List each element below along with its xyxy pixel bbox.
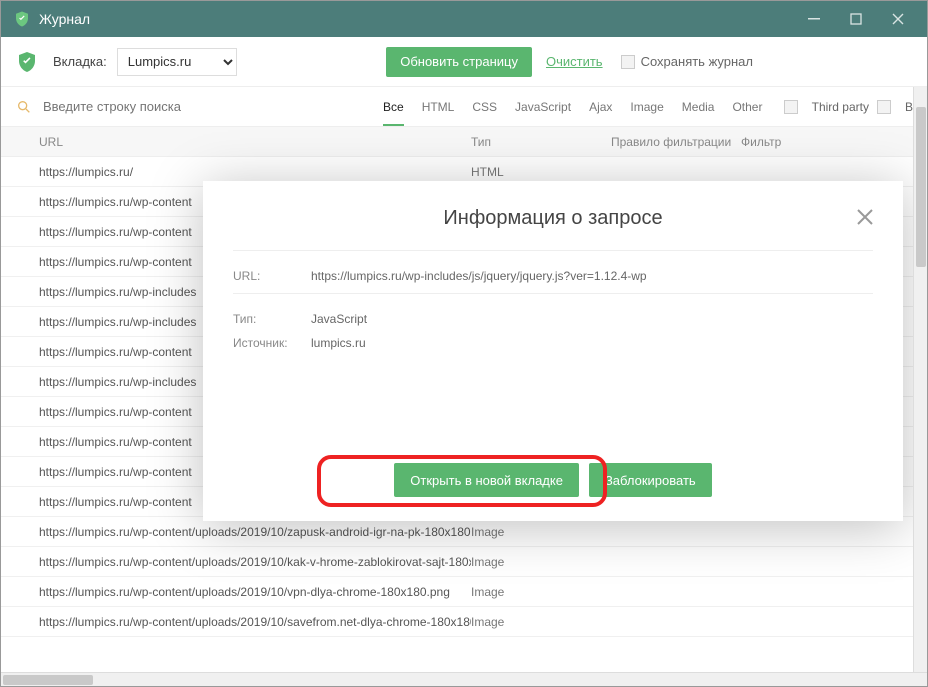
cell-type: Image <box>471 525 611 539</box>
filter-tab-ajax[interactable]: Ajax <box>589 100 612 114</box>
table-row[interactable]: https://lumpics.ru/wp-content/uploads/20… <box>1 517 927 547</box>
col-header-type: Тип <box>471 135 611 149</box>
close-button[interactable] <box>877 1 919 37</box>
modal-title: Информация о запросе <box>233 207 873 230</box>
filter-tab-all[interactable]: Все <box>383 100 404 126</box>
modal-type-value: JavaScript <box>311 312 367 326</box>
search-input[interactable] <box>43 93 343 121</box>
request-info-modal: Информация о запросе URL: https://lumpic… <box>203 181 903 521</box>
blocked-checkbox[interactable] <box>877 100 891 114</box>
col-header-rule: Правило фильтрации <box>611 135 741 149</box>
cell-type: HTML <box>471 165 611 179</box>
filter-tab-image[interactable]: Image <box>630 100 663 114</box>
col-header-filter: Фильтр <box>741 135 927 149</box>
app-window: Журнал Вкладка: Lumpics.ru Обновить стра… <box>0 0 928 687</box>
toolbar: Вкладка: Lumpics.ru Обновить страницу Оч… <box>1 37 927 87</box>
filter-tab-html[interactable]: HTML <box>422 100 455 114</box>
filter-bar: Все HTML CSS JavaScript Ajax Image Media… <box>1 87 927 127</box>
modal-source-value: lumpics.ru <box>311 336 366 350</box>
cell-url: https://lumpics.ru/wp-content/uploads/20… <box>1 585 471 599</box>
table-row[interactable]: https://lumpics.ru/wp-content/uploads/20… <box>1 547 927 577</box>
table-header: URL Тип Правило фильтрации Фильтр <box>1 127 927 157</box>
modal-source-label: Источник: <box>233 336 311 350</box>
type-filters: Все HTML CSS JavaScript Ajax Image Media… <box>383 100 762 114</box>
modal-close-button[interactable] <box>855 207 877 229</box>
cell-url: https://lumpics.ru/ <box>1 165 471 179</box>
block-button[interactable]: Заблокировать <box>589 463 712 497</box>
third-party-checkbox[interactable] <box>784 100 798 114</box>
vertical-scrollbar[interactable] <box>913 87 927 672</box>
modal-url-label: URL: <box>233 269 311 283</box>
search-icon <box>15 98 33 116</box>
shield-icon <box>15 50 39 74</box>
horizontal-scrollbar[interactable] <box>1 672 927 686</box>
cell-type: Image <box>471 585 611 599</box>
app-shield-icon <box>13 10 31 28</box>
cell-url: https://lumpics.ru/wp-content/uploads/20… <box>1 555 471 569</box>
clear-link[interactable]: Очистить <box>546 54 603 69</box>
cell-url: https://lumpics.ru/wp-content/uploads/20… <box>1 525 471 539</box>
modal-type-label: Тип: <box>233 312 311 326</box>
third-party-label: Third party <box>812 100 869 114</box>
tab-select[interactable]: Lumpics.ru <box>117 48 237 76</box>
filter-tab-media[interactable]: Media <box>682 100 715 114</box>
cell-type: Image <box>471 615 611 629</box>
cell-url: https://lumpics.ru/wp-content/uploads/20… <box>1 615 471 629</box>
filter-tab-css[interactable]: CSS <box>472 100 497 114</box>
cell-type: Image <box>471 555 611 569</box>
filter-tab-other[interactable]: Other <box>732 100 762 114</box>
tab-label: Вкладка: <box>53 54 107 69</box>
save-log-label: Сохранять журнал <box>641 54 753 69</box>
window-title: Журнал <box>39 11 90 27</box>
modal-url-value: https://lumpics.ru/wp-includes/js/jquery… <box>311 269 647 283</box>
titlebar: Журнал <box>1 1 927 37</box>
maximize-button[interactable] <box>835 1 877 37</box>
save-log-checkbox[interactable] <box>621 55 635 69</box>
minimize-button[interactable] <box>793 1 835 37</box>
filter-tab-js[interactable]: JavaScript <box>515 100 571 114</box>
col-header-url: URL <box>1 135 471 149</box>
table-row[interactable]: https://lumpics.ru/wp-content/uploads/20… <box>1 607 927 637</box>
blocked-label-cut: B <box>905 100 913 114</box>
table-row[interactable]: https://lumpics.ru/wp-content/uploads/20… <box>1 577 927 607</box>
open-new-tab-button[interactable]: Открыть в новой вкладке <box>394 463 579 497</box>
refresh-button[interactable]: Обновить страницу <box>386 47 532 77</box>
